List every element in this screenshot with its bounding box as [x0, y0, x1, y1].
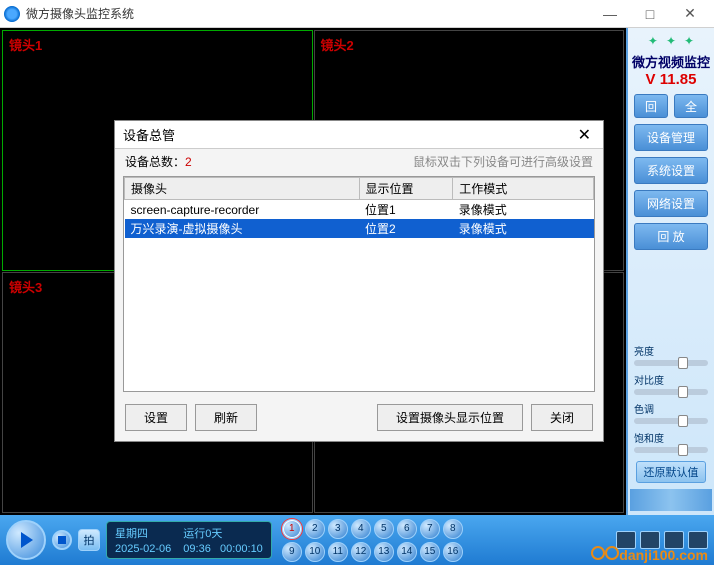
saturation-label: 饱和度	[634, 430, 708, 445]
brand-label: 微方视频监控	[632, 52, 710, 71]
device-count-label: 设备总数：	[125, 153, 185, 170]
contrast-slider[interactable]	[634, 389, 708, 395]
col-camera[interactable]: 摄像头	[125, 178, 360, 200]
dialog-button-row: 设置 刷新 设置摄像头显示位置 关闭	[115, 394, 603, 441]
channel-3-button[interactable]: 3	[328, 519, 348, 539]
col-mode[interactable]: 工作模式	[453, 178, 594, 200]
channel-8-button[interactable]: 8	[443, 519, 463, 539]
saturation-slider[interactable]	[634, 447, 708, 453]
channel-grid: 1 2 3 4 5 6 7 8 9 10 11 12 13 14 15 16	[282, 519, 482, 562]
titlebar: 微方摄像头监控系统 ― □ ✕	[0, 0, 714, 28]
channel-2-button[interactable]: 2	[305, 519, 325, 539]
device-table-wrap: 摄像头 显示位置 工作模式 screen-capture-recorder 位置…	[123, 176, 595, 392]
set-position-button[interactable]: 设置摄像头显示位置	[377, 404, 523, 431]
play-icon	[21, 532, 33, 548]
camera-label-1: 镜头1	[9, 35, 42, 54]
status-date: 2025-02-06	[115, 543, 171, 555]
device-table: 摄像头 显示位置 工作模式 screen-capture-recorder 位置…	[124, 177, 594, 238]
watermark: danji100.com	[591, 546, 708, 563]
device-count-value: 2	[185, 155, 192, 169]
playback-button[interactable]: 回 放	[634, 223, 708, 250]
slider-panel: 亮度 对比度 色调 饱和度	[630, 339, 712, 459]
sidebar: ✦✦✦ 微方视频监控 V 11.85 回 全 设备管理 系统设置 网络设置 回 …	[626, 28, 714, 515]
contrast-label: 对比度	[634, 372, 708, 387]
cell-cam: screen-capture-recorder	[125, 200, 360, 220]
device-dialog: 设备总管 ✕ 设备总数： 2 鼠标双击下列设备可进行高级设置 摄像头 显示位置 …	[114, 120, 604, 442]
status-time2: 00:00:10	[220, 543, 263, 555]
channel-4-button[interactable]: 4	[351, 519, 371, 539]
snapshot-button[interactable]: 拍	[78, 529, 100, 551]
brightness-label: 亮度	[634, 343, 708, 358]
play-button[interactable]	[6, 520, 46, 560]
dialog-close-button-2[interactable]: 关闭	[531, 404, 593, 431]
version-label: V 11.85	[646, 71, 697, 88]
col-position[interactable]: 显示位置	[359, 178, 453, 200]
channel-11-button[interactable]: 11	[328, 542, 348, 562]
status-day: 星期四	[115, 525, 171, 541]
cell-pos: 位置2	[359, 219, 453, 238]
channel-9-button[interactable]: 9	[282, 542, 302, 562]
reset-defaults-button[interactable]: 还原默认值	[636, 461, 706, 483]
fullscreen-button[interactable]: 全	[674, 94, 708, 118]
channel-12-button[interactable]: 12	[351, 542, 371, 562]
stop-icon	[58, 536, 66, 544]
app-icon	[4, 6, 20, 22]
system-settings-button[interactable]: 系统设置	[634, 157, 708, 184]
cell-pos: 位置1	[359, 200, 453, 220]
record-toggle-button[interactable]: 回	[634, 94, 668, 118]
sidebar-deco-icon: ✦✦✦	[630, 32, 712, 50]
dialog-hint: 鼠标双击下列设备可进行高级设置	[413, 153, 593, 170]
network-settings-button[interactable]: 网络设置	[634, 190, 708, 217]
stop-button[interactable]	[52, 530, 72, 550]
dialog-titlebar[interactable]: 设备总管 ✕	[115, 121, 603, 149]
table-row[interactable]: 万兴录演-虚拟摄像头 位置2 录像模式	[125, 219, 594, 238]
minimize-button[interactable]: ―	[590, 1, 630, 27]
channel-14-button[interactable]: 14	[397, 542, 417, 562]
table-row[interactable]: screen-capture-recorder 位置1 录像模式	[125, 200, 594, 220]
cell-mode: 录像模式	[453, 219, 594, 238]
hue-slider[interactable]	[634, 418, 708, 424]
dialog-close-button[interactable]: ✕	[574, 125, 595, 145]
channel-16-button[interactable]: 16	[443, 542, 463, 562]
camera-label-2: 镜头2	[321, 35, 354, 54]
hue-label: 色调	[634, 401, 708, 416]
settings-button[interactable]: 设置	[125, 404, 187, 431]
channel-1-button[interactable]: 1	[282, 519, 302, 539]
cell-mode: 录像模式	[453, 200, 594, 220]
close-button[interactable]: ✕	[670, 1, 710, 27]
cell-cam: 万兴录演-虚拟摄像头	[125, 219, 360, 238]
channel-7-button[interactable]: 7	[420, 519, 440, 539]
sidebar-bottom-deco	[630, 489, 712, 511]
channel-10-button[interactable]: 10	[305, 542, 325, 562]
channel-6-button[interactable]: 6	[397, 519, 417, 539]
camera-label-3: 镜头3	[9, 277, 42, 296]
bottom-bar: 拍 星期四 运行0天 2025-02-06 09:36 00:00:10 1 2…	[0, 515, 714, 565]
refresh-button[interactable]: 刷新	[195, 404, 257, 431]
maximize-button[interactable]: □	[630, 1, 670, 27]
status-box: 星期四 运行0天 2025-02-06 09:36 00:00:10	[106, 521, 272, 559]
status-time1: 09:36	[183, 543, 211, 555]
channel-15-button[interactable]: 15	[420, 542, 440, 562]
dialog-title: 设备总管	[123, 125, 175, 144]
channel-13-button[interactable]: 13	[374, 542, 394, 562]
device-manage-button[interactable]: 设备管理	[634, 124, 708, 151]
status-runtime: 运行0天	[183, 525, 263, 541]
channel-5-button[interactable]: 5	[374, 519, 394, 539]
app-title: 微方摄像头监控系统	[26, 5, 590, 22]
brightness-slider[interactable]	[634, 360, 708, 366]
